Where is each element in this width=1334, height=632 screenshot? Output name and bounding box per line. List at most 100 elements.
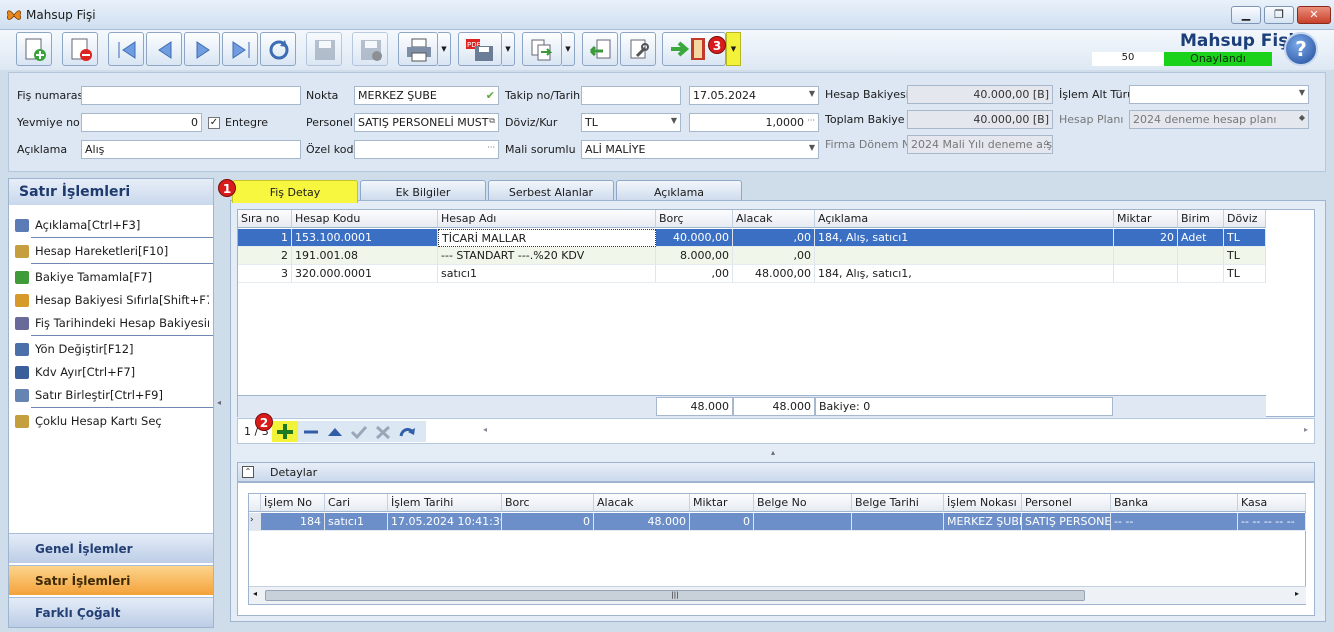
first-record-button[interactable] [108,32,144,66]
export-dropdown[interactable]: ▼ [502,32,515,66]
copy-button[interactable] [522,32,562,66]
kur-input[interactable]: 1,0000 ··· [689,113,819,132]
aciklama-input[interactable]: Alış [81,140,301,159]
action-hesap-bakiyesi-sifirla[interactable]: Hesap Bakiyesi Sıfırla[Shift+F7] [13,290,209,312]
col-borc[interactable]: Borç [656,210,733,228]
col-hesap-adi[interactable]: Hesap Adı [438,210,656,228]
scrollbar-thumb[interactable]: ||| [265,590,1085,601]
col-islem-tarihi[interactable]: İşlem Tarihi [388,494,502,512]
col-alacak[interactable]: Alacak [733,210,815,228]
ozel-kod-input[interactable]: ··· [354,140,499,159]
action-aciklama[interactable]: Açıklama[Ctrl+F3] [13,215,209,237]
col-doviz[interactable]: Döviz [1224,210,1266,228]
col-belge-tarihi[interactable]: Belge Tarihi [852,494,944,512]
new-document-button[interactable] [16,32,52,66]
col-alacak[interactable]: Alacak [594,494,690,512]
maximize-button[interactable]: ❐ [1264,6,1294,24]
col-aciklama[interactable]: Açıklama [815,210,1114,228]
redo-icon[interactable] [398,424,416,440]
move-up-icon[interactable] [326,424,344,440]
print-button[interactable] [398,32,438,66]
confirm-icon[interactable] [350,424,368,440]
col-belge-no[interactable]: Belge No [754,494,852,512]
tab-fis-detay[interactable]: Fiş Detay [232,180,358,203]
close-button[interactable]: ✕ [1297,6,1331,24]
col-islem-no[interactable]: İşlem No [261,494,325,512]
collapse-left-icon[interactable]: ◂ [217,398,221,407]
col-islem-noktasi[interactable]: İşlem Nokası [944,494,1022,512]
import-button[interactable] [582,32,618,66]
cell: TL [1224,247,1266,265]
action-bakiye-tamamla[interactable]: Bakiye Tamamla[F7] [13,267,209,289]
add-row-button[interactable] [272,421,298,442]
scroll-left-icon[interactable]: ◂ [483,425,487,434]
cell-focused[interactable]: TİCARİ MALLAR [438,229,656,247]
ellipsis-icon[interactable]: ··· [807,116,815,125]
ellipsis-icon[interactable]: ··· [487,143,495,152]
doviz-value: TL [585,116,598,129]
action-hesap-hareketleri[interactable]: Hesap Hareketleri[F10] [13,241,209,263]
divider [31,407,213,408]
col-kasa[interactable]: Kasa [1238,494,1306,512]
tab-aciklama[interactable]: Açıklama [616,180,742,202]
col-borc[interactable]: Borc [502,494,594,512]
action-yon-degistir[interactable]: Yön Değiştir[F12] [13,339,209,361]
tab-serbest-alanlar[interactable]: Serbest Alanlar [488,180,614,202]
chevron-down-icon[interactable]: ▼ [809,89,815,98]
collapse-details-button[interactable]: ⌃ [242,466,254,478]
previous-record-button[interactable] [146,32,182,66]
action-fis-tarihindeki-bakiye[interactable]: Fiş Tarihindeki Hesap Bakiyesini ... [13,313,209,335]
chevron-down-icon[interactable]: ▼ [671,116,677,125]
cancel-icon[interactable] [374,424,392,440]
action-kdv-ayir[interactable]: Kdv Ayır[Ctrl+F7] [13,362,209,384]
remove-row-icon[interactable] [302,424,320,440]
delete-document-button[interactable] [62,32,98,66]
yevmiye-no-input[interactable]: 0 [81,113,202,132]
exit-dropdown[interactable]: ▼ [726,32,741,66]
save-button[interactable] [306,32,342,66]
nav-farkli-cogalt[interactable]: Farklı Çoğalt [9,597,213,627]
scroll-right-icon[interactable]: ▸ [1304,425,1308,434]
splitter-up-icon[interactable]: ▴ [771,448,775,457]
copy-dropdown[interactable]: ▼ [562,32,575,66]
col-cari[interactable]: Cari [325,494,388,512]
tarih-input[interactable]: 17.05.2024 ▼ [689,86,819,105]
settings-button[interactable] [620,32,656,66]
doviz-select[interactable]: TL ▼ [581,113,681,132]
nav-satir-islemleri[interactable]: Satır İşlemleri [9,565,213,595]
scroll-left-icon[interactable]: ◂ [253,589,257,598]
nav-genel-islemler[interactable]: Genel İşlemler [9,533,213,563]
next-record-button[interactable] [184,32,220,66]
action-satir-birlestir[interactable]: Satır Birleştir[Ctrl+F9] [13,385,209,407]
chevron-down-icon[interactable]: ▼ [809,143,815,152]
tab-ek-bilgiler[interactable]: Ek Bilgiler [360,180,486,202]
minimize-button[interactable]: ▁ [1231,6,1261,24]
col-birim[interactable]: Birim [1178,210,1224,228]
col-sira-no[interactable]: Sıra no [238,210,292,228]
print-dropdown[interactable]: ▼ [438,32,451,66]
entegre-checkbox[interactable]: ✓ [208,117,220,129]
help-button[interactable]: ? [1284,32,1318,66]
col-banka[interactable]: Banka [1111,494,1238,512]
fis-numarasi-input[interactable] [81,86,301,105]
last-record-button[interactable] [222,32,258,66]
refresh-button[interactable] [260,32,296,66]
mali-sorumlu-select[interactable]: ALİ MALİYE ▼ [581,140,819,159]
scroll-right-icon[interactable]: ▸ [1295,589,1299,598]
personel-input[interactable]: SATIŞ PERSONELİ MUST ⧉ [354,113,499,132]
cancel-save-button[interactable] [352,32,388,66]
action-label: Yön Değiştir[F12] [35,342,134,356]
takip-no-input[interactable] [581,86,681,105]
islem-alt-turu-select[interactable]: ▼ [1129,85,1309,104]
nokta-input[interactable]: MERKEZ ŞUBE ✔ [354,86,499,105]
col-miktar[interactable]: Miktar [1114,210,1178,228]
lookup-icon[interactable]: ⧉ [489,116,495,126]
export-pdf-button[interactable]: PDF [458,32,502,66]
toplam-bakiye-label: Toplam Bakiye [825,113,905,126]
col-miktar[interactable]: Miktar [690,494,754,512]
action-coklu-hesap-karti[interactable]: Çoklu Hesap Kartı Seç [13,411,209,433]
col-hesap-kodu[interactable]: Hesap Kodu [292,210,438,228]
horizontal-scrollbar[interactable]: ◂ ||| ▸ [249,586,1306,604]
col-personel[interactable]: Personel [1022,494,1111,512]
chevron-down-icon[interactable]: ▼ [1299,88,1305,97]
